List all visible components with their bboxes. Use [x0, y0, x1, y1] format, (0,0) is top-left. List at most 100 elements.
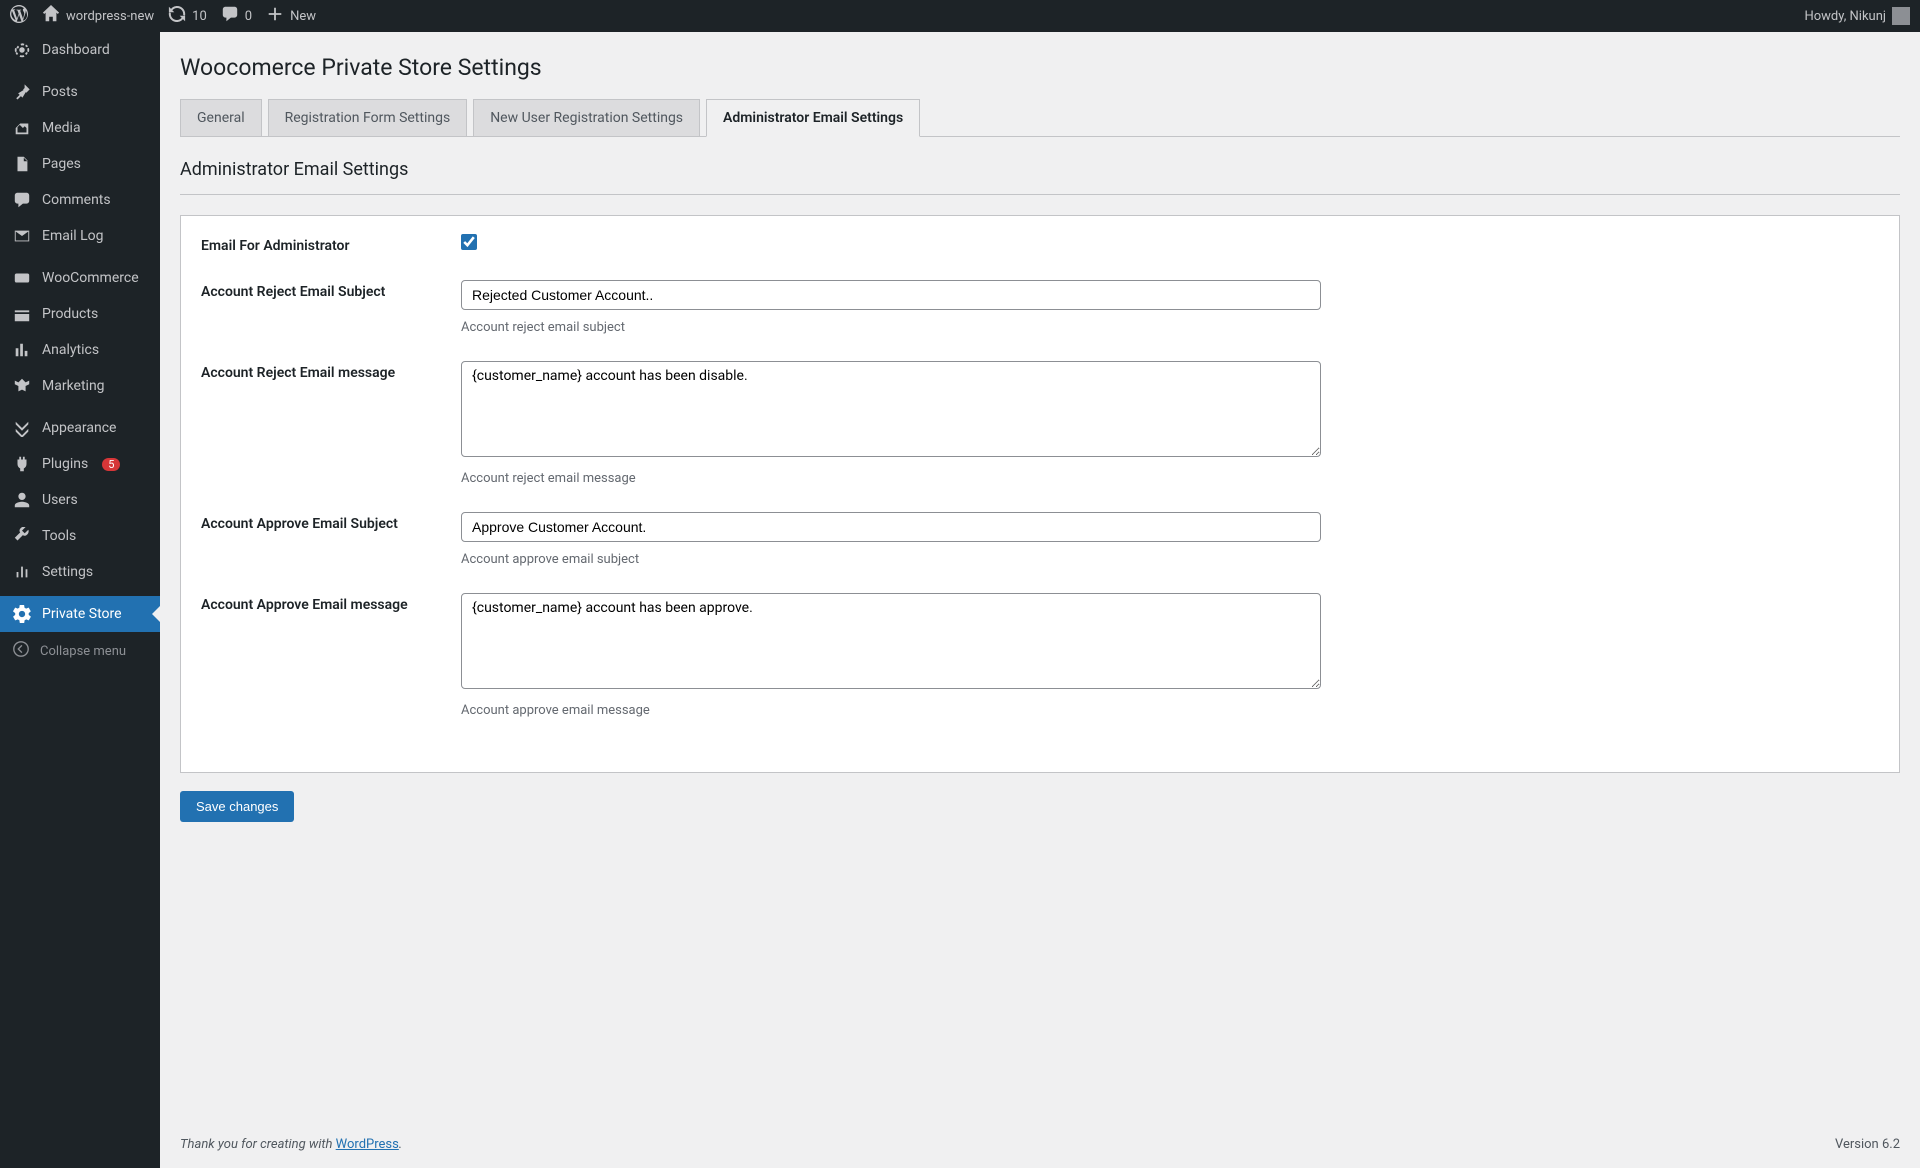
help-approve-message: Account approve email message	[461, 703, 1321, 718]
label-reject-subject: Account Reject Email Subject	[201, 280, 461, 300]
input-reject-subject[interactable]	[461, 280, 1321, 310]
users-icon	[12, 490, 32, 510]
wp-logo[interactable]	[10, 5, 28, 27]
plus-icon	[266, 5, 284, 27]
section-title: Administrator Email Settings	[180, 159, 1900, 180]
comments-count: 0	[245, 9, 252, 24]
comments-link[interactable]: 0	[221, 5, 252, 27]
updates-link[interactable]: 10	[168, 5, 207, 27]
products-icon	[12, 304, 32, 324]
sidebar-item-label: Users	[42, 492, 78, 508]
sidebar-item-label: Private Store	[42, 606, 122, 622]
sidebar-item-emaillog[interactable]: Email Log	[0, 218, 160, 254]
sidebar-item-users[interactable]: Users	[0, 482, 160, 518]
save-button[interactable]: Save changes	[180, 791, 294, 822]
tab-administrator-email[interactable]: Administrator Email Settings	[706, 99, 920, 137]
appearance-icon	[12, 418, 32, 438]
tab-general[interactable]: General	[180, 99, 262, 136]
sidebar-item-label: Pages	[42, 156, 81, 172]
footer-version: Version 6.2	[1835, 1137, 1900, 1152]
checkbox-email-for-admin[interactable]	[461, 234, 477, 250]
wordpress-icon	[10, 5, 28, 27]
label-approve-subject: Account Approve Email Subject	[201, 512, 461, 532]
user-menu[interactable]: Howdy, Nikunj	[1804, 7, 1910, 25]
update-icon	[168, 5, 186, 27]
home-icon	[42, 5, 60, 27]
sidebar-item-appearance[interactable]: Appearance	[0, 410, 160, 446]
comment-icon	[221, 5, 239, 27]
updates-count: 10	[192, 9, 207, 24]
sidebar-item-comments[interactable]: Comments	[0, 182, 160, 218]
help-reject-subject: Account reject email subject	[461, 320, 1321, 335]
admin-sidebar: Dashboard Posts Media Pages Comments Ema…	[0, 32, 160, 1168]
tools-icon	[12, 526, 32, 546]
sidebar-item-analytics[interactable]: Analytics	[0, 332, 160, 368]
dashboard-icon	[12, 40, 32, 60]
sidebar-item-label: Posts	[42, 84, 78, 100]
sidebar-item-woocommerce[interactable]: WooCommerce	[0, 260, 160, 296]
analytics-icon	[12, 340, 32, 360]
new-label: New	[290, 9, 316, 24]
help-reject-message: Account reject email message	[461, 471, 1321, 486]
settings-icon	[12, 562, 32, 582]
woo-icon	[12, 268, 32, 288]
label-email-for-admin: Email For Administrator	[201, 234, 461, 254]
collapse-menu[interactable]: Collapse menu	[0, 632, 160, 670]
sidebar-item-private-store[interactable]: Private Store	[0, 596, 160, 632]
sidebar-item-plugins[interactable]: Plugins 5	[0, 446, 160, 482]
sidebar-item-settings[interactable]: Settings	[0, 554, 160, 590]
tab-new-user-registration[interactable]: New User Registration Settings	[473, 99, 700, 136]
sidebar-item-label: Tools	[42, 528, 76, 544]
admin-bar: wordpress-new 10 0 New Howdy, Nikunj	[0, 0, 1920, 32]
help-approve-subject: Account approve email subject	[461, 552, 1321, 567]
page-title: Woocomerce Private Store Settings	[180, 54, 1900, 81]
footer-period: .	[399, 1137, 402, 1152]
footer-wordpress-link[interactable]: WordPress	[336, 1137, 399, 1152]
sidebar-item-marketing[interactable]: Marketing	[0, 368, 160, 404]
plugins-badge: 5	[102, 458, 120, 471]
collapse-icon	[12, 640, 30, 662]
sidebar-item-pages[interactable]: Pages	[0, 146, 160, 182]
textarea-reject-message[interactable]: {customer_name} account has been disable…	[461, 361, 1321, 457]
sidebar-item-label: Plugins	[42, 456, 88, 472]
comments-icon	[12, 190, 32, 210]
sidebar-item-label: Appearance	[42, 420, 116, 436]
footer-thanks-prefix: Thank you for creating with	[180, 1137, 336, 1152]
sidebar-item-media[interactable]: Media	[0, 110, 160, 146]
sidebar-item-label: WooCommerce	[42, 270, 139, 286]
label-approve-message: Account Approve Email message	[201, 593, 461, 613]
marketing-icon	[12, 376, 32, 396]
tab-registration-form[interactable]: Registration Form Settings	[268, 99, 468, 136]
site-name-link[interactable]: wordpress-new	[42, 5, 154, 27]
section-divider	[180, 194, 1900, 195]
footer: Thank you for creating with WordPress. V…	[180, 1115, 1900, 1168]
sidebar-item-tools[interactable]: Tools	[0, 518, 160, 554]
site-name-text: wordpress-new	[66, 9, 154, 24]
sidebar-item-label: Products	[42, 306, 98, 322]
collapse-label: Collapse menu	[40, 644, 126, 659]
textarea-approve-message[interactable]: {customer_name} account has been approve…	[461, 593, 1321, 689]
sidebar-item-label: Comments	[42, 192, 111, 208]
sidebar-item-dashboard[interactable]: Dashboard	[0, 32, 160, 68]
gear-icon	[12, 604, 32, 624]
pages-icon	[12, 154, 32, 174]
sidebar-item-label: Marketing	[42, 378, 105, 394]
settings-tabs: General Registration Form Settings New U…	[180, 99, 1900, 137]
sidebar-item-label: Dashboard	[42, 42, 110, 58]
plugins-icon	[12, 454, 32, 474]
label-reject-message: Account Reject Email message	[201, 361, 461, 381]
howdy-text: Howdy, Nikunj	[1804, 9, 1886, 24]
sidebar-item-label: Settings	[42, 564, 93, 580]
sidebar-item-posts[interactable]: Posts	[0, 74, 160, 110]
form-panel: Email For Administrator Account Reject E…	[180, 215, 1900, 773]
email-icon	[12, 226, 32, 246]
avatar	[1892, 7, 1910, 25]
sidebar-item-label: Media	[42, 120, 81, 136]
sidebar-item-products[interactable]: Products	[0, 296, 160, 332]
sidebar-item-label: Analytics	[42, 342, 99, 358]
main-content: Woocomerce Private Store Settings Genera…	[160, 32, 1920, 1168]
new-content-link[interactable]: New	[266, 5, 316, 27]
pin-icon	[12, 82, 32, 102]
sidebar-item-label: Email Log	[42, 228, 104, 244]
input-approve-subject[interactable]	[461, 512, 1321, 542]
